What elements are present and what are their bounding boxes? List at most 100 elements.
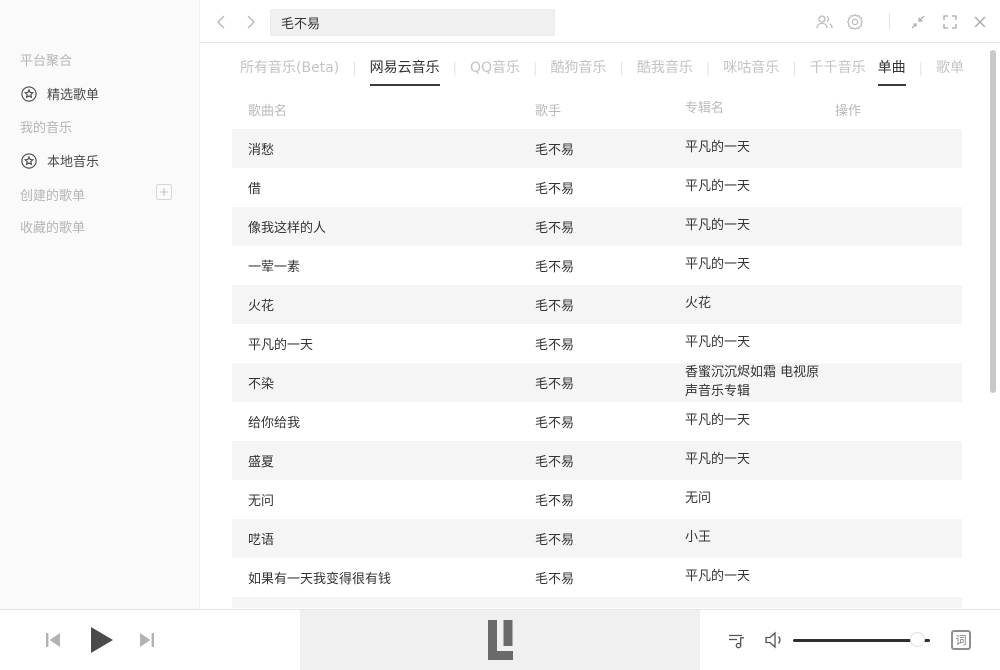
- tab-mode-songs[interactable]: 单曲: [878, 57, 906, 86]
- tab-separator: |: [792, 61, 796, 83]
- album-name: 平凡的一天: [685, 139, 835, 158]
- forward-icon[interactable]: [242, 13, 258, 31]
- artist-name: 毛不易: [535, 256, 685, 275]
- table-header-row: 歌曲名歌手专辑名操作: [232, 90, 962, 129]
- artist-name: 毛不易: [535, 334, 685, 353]
- tab-kugou[interactable]: 酷狗音乐: [550, 57, 606, 86]
- source-tab-bar: 所有音乐(Beta) | 网易云音乐 | QQ音乐 | 酷狗音乐 | 酷我音乐 | 咪咕音乐 | 千千音…: [200, 43, 1000, 90]
- add-playlist-button[interactable]: +: [156, 184, 172, 200]
- album-name: 平凡的一天: [685, 178, 835, 197]
- column-header: 歌手: [535, 100, 685, 119]
- artist-name: 毛不易: [535, 178, 685, 197]
- star-circle-icon: [20, 85, 38, 103]
- song-row[interactable]: 火花毛不易火花: [232, 285, 962, 324]
- tab-netease[interactable]: 网易云音乐: [370, 57, 440, 86]
- song-title: 借: [232, 178, 535, 197]
- song-row[interactable]: 无问毛不易无问: [232, 480, 962, 519]
- back-icon[interactable]: [214, 13, 230, 31]
- volume-icon[interactable]: [764, 631, 784, 649]
- mode-tab-group: 单曲 | 歌单: [878, 57, 964, 86]
- player-bar: 词: [0, 609, 1000, 670]
- tab-qianqian[interactable]: 千千音乐: [810, 57, 866, 86]
- tab-separator: |: [453, 61, 457, 83]
- tab-qq[interactable]: QQ音乐: [470, 57, 520, 86]
- close-icon[interactable]: [970, 12, 990, 32]
- song-row[interactable]: 平凡的一天毛不易平凡的一天: [232, 324, 962, 363]
- tab-migu[interactable]: 咪咕音乐: [723, 57, 779, 86]
- play-queue-icon[interactable]: [727, 631, 746, 650]
- song-row[interactable]: 呓语毛不易小王: [232, 519, 962, 558]
- next-track-icon[interactable]: [138, 631, 156, 649]
- sidebar-item-label: 本地音乐: [47, 151, 99, 170]
- search-input[interactable]: [270, 9, 555, 36]
- sidebar-item-featured-playlists[interactable]: 精选歌单: [20, 84, 99, 103]
- sidebar-item-label: 平台聚合: [20, 54, 72, 69]
- sidebar-item-local-music[interactable]: 本地音乐: [20, 151, 99, 170]
- main-content: 所有音乐(Beta) | 网易云音乐 | QQ音乐 | 酷狗音乐 | 酷我音乐 | 咪咕音乐 | 千千音…: [200, 43, 1000, 608]
- song-title: 不染: [232, 373, 535, 392]
- tab-separator: |: [919, 61, 923, 83]
- header-divider: [889, 13, 890, 30]
- fullscreen-icon[interactable]: [940, 12, 960, 32]
- album-name: 无问: [685, 490, 835, 509]
- artist-name: 毛不易: [535, 529, 685, 548]
- song-title: 火花: [232, 295, 535, 314]
- volume-knob[interactable]: [910, 632, 925, 647]
- star-circle-icon: [20, 152, 38, 170]
- sidebar-item-my-music[interactable]: 我的音乐: [20, 117, 72, 136]
- sidebar-item-platform-aggregation[interactable]: 平台聚合: [20, 50, 72, 69]
- song-title: 如果有一天我变得很有钱: [232, 568, 535, 587]
- artist-name: 毛不易: [535, 373, 685, 392]
- song-row[interactable]: 借毛不易平凡的一天: [232, 168, 962, 207]
- artist-name: 毛不易: [535, 412, 685, 431]
- now-playing-panel: [300, 610, 700, 670]
- settings-gear-icon[interactable]: [845, 12, 865, 32]
- song-title: 消愁: [232, 139, 535, 158]
- listen1-app: 平台聚合精选歌单我的音乐本地音乐创建的歌单收藏的歌单 +: [0, 0, 1000, 670]
- play-icon[interactable]: [89, 626, 115, 654]
- scrollbar[interactable]: [990, 50, 996, 393]
- artist-name: 毛不易: [535, 295, 685, 314]
- album-name: 平凡的一天: [685, 568, 835, 587]
- song-row[interactable]: 给你给我毛不易平凡的一天: [232, 402, 962, 441]
- tab-separator: |: [533, 61, 537, 83]
- song-row[interactable]: 不染毛不易香蜜沉沉烬如霜 电视原声音乐专辑: [232, 363, 962, 402]
- song-row[interactable]: 一荤一素毛不易平凡的一天: [232, 246, 962, 285]
- mini-mode-icon[interactable]: [908, 12, 928, 32]
- artist-name: 毛不易: [535, 451, 685, 470]
- column-header: 歌曲名: [232, 100, 535, 119]
- song-row[interactable]: 像我这样的人毛不易平凡的一天: [232, 207, 962, 246]
- artist-name: 毛不易: [535, 217, 685, 236]
- song-row[interactable]: 如果有一天我变得很有钱毛不易平凡的一天: [232, 558, 962, 597]
- album-name: 平凡的一天: [685, 451, 835, 470]
- song-row[interactable]: 盛夏毛不易平凡的一天: [232, 441, 962, 480]
- song-row[interactable]: 消愁毛不易平凡的一天: [232, 129, 962, 168]
- volume-slider[interactable]: [793, 632, 930, 648]
- users-icon[interactable]: [814, 12, 834, 32]
- album-name: 香蜜沉沉烬如霜 电视原声音乐专辑: [685, 364, 835, 402]
- artist-name: 毛不易: [535, 490, 685, 509]
- sidebar-item-label: 我的音乐: [20, 121, 72, 136]
- tab-separator: |: [619, 61, 623, 83]
- album-name: 火花: [685, 295, 835, 314]
- album-name: 小王: [685, 529, 835, 548]
- column-header: 操作: [835, 100, 962, 119]
- song-table: 歌曲名歌手专辑名操作 消愁毛不易平凡的一天借毛不易平凡的一天像我这样的人毛不易平…: [232, 90, 962, 608]
- song-title: 像我这样的人: [232, 217, 535, 236]
- tab-all-music[interactable]: 所有音乐(Beta): [240, 57, 339, 86]
- previous-track-icon[interactable]: [44, 631, 62, 649]
- sidebar-item-favorited-playlists[interactable]: 收藏的歌单: [20, 217, 85, 236]
- sidebar-item-created-playlists[interactable]: 创建的歌单: [20, 185, 85, 204]
- sidebar-item-label: 创建的歌单: [20, 189, 85, 204]
- song-title: 无问: [232, 490, 535, 509]
- song-title: 平凡的一天: [232, 334, 535, 353]
- column-header: 专辑名: [685, 100, 835, 119]
- tab-separator: |: [352, 61, 356, 83]
- album-name: 平凡的一天: [685, 334, 835, 353]
- lyrics-toggle-icon[interactable]: 词: [951, 630, 971, 650]
- album-name: 平凡的一天: [685, 256, 835, 275]
- tab-mode-playlists[interactable]: 歌单: [936, 57, 964, 86]
- header: [200, 0, 1000, 43]
- tab-kuwo[interactable]: 酷我音乐: [637, 57, 693, 86]
- song-title: 给你给我: [232, 412, 535, 431]
